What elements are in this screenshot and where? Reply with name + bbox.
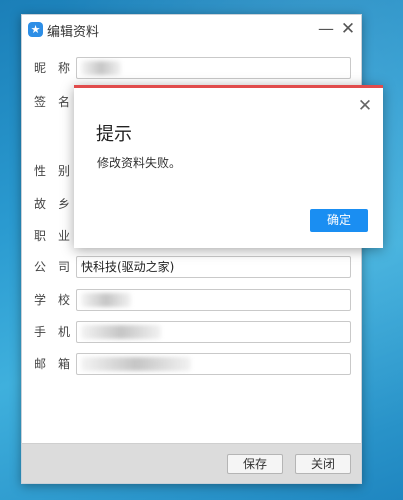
school-input[interactable] xyxy=(76,289,351,311)
row-school: 学校 xyxy=(22,289,361,311)
dialog-title: 提示 xyxy=(96,124,132,145)
window-footer: 保存 关闭 xyxy=(22,443,361,483)
row-phone: 手机 xyxy=(22,321,361,343)
redacted-text xyxy=(81,61,121,75)
redacted-text xyxy=(81,357,191,371)
window-title: 编辑资料 xyxy=(47,25,100,40)
nickname-label: 昵称 xyxy=(34,61,83,75)
dialog-close-icon[interactable]: ✕ xyxy=(355,96,375,116)
redacted-text xyxy=(81,293,131,307)
save-button[interactable]: 保存 xyxy=(227,454,283,474)
title-bar: ★ 编辑资料 — ✕ xyxy=(22,15,361,45)
ok-button[interactable]: 确定 xyxy=(310,209,368,232)
phone-input[interactable] xyxy=(76,321,351,343)
minimize-icon[interactable]: — xyxy=(316,19,336,39)
row-company: 公司 快科技(驱动之家) xyxy=(22,256,361,278)
company-label: 公司 xyxy=(34,260,83,274)
company-value: 快科技(驱动之家) xyxy=(81,260,175,274)
app-star-icon: ★ xyxy=(28,22,43,37)
redacted-text xyxy=(81,325,161,339)
nickname-input[interactable] xyxy=(76,57,351,79)
window-close-icon[interactable]: ✕ xyxy=(338,19,358,39)
email-input[interactable] xyxy=(76,353,351,375)
school-label: 学校 xyxy=(34,293,83,307)
company-input[interactable]: 快科技(驱动之家) xyxy=(76,256,351,278)
alert-dialog: ✕ 提示 修改资料失败。 确定 xyxy=(74,85,383,248)
row-email: 邮箱 xyxy=(22,353,361,375)
phone-label: 手机 xyxy=(34,325,83,339)
email-label: 邮箱 xyxy=(34,357,83,371)
close-button[interactable]: 关闭 xyxy=(295,454,351,474)
dialog-message: 修改资料失败。 xyxy=(97,156,182,170)
row-nickname: 昵称 xyxy=(22,57,361,79)
